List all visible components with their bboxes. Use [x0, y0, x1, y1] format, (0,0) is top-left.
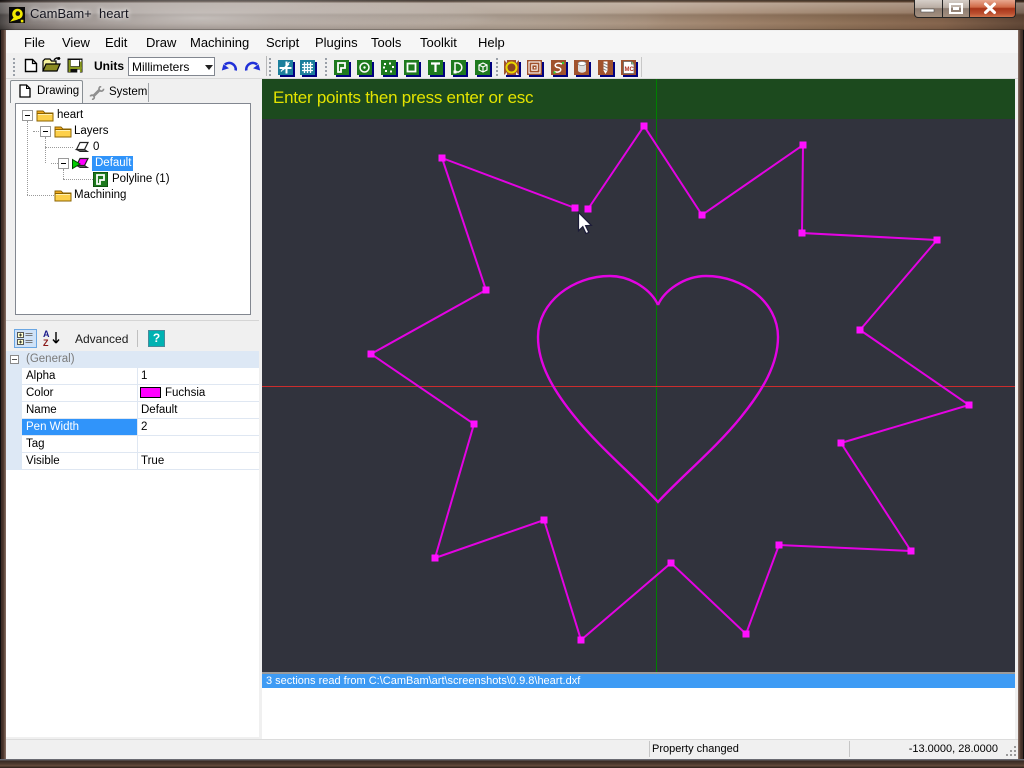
svg-text:MC: MC [625, 67, 635, 73]
svg-text:Z: Z [43, 338, 49, 348]
